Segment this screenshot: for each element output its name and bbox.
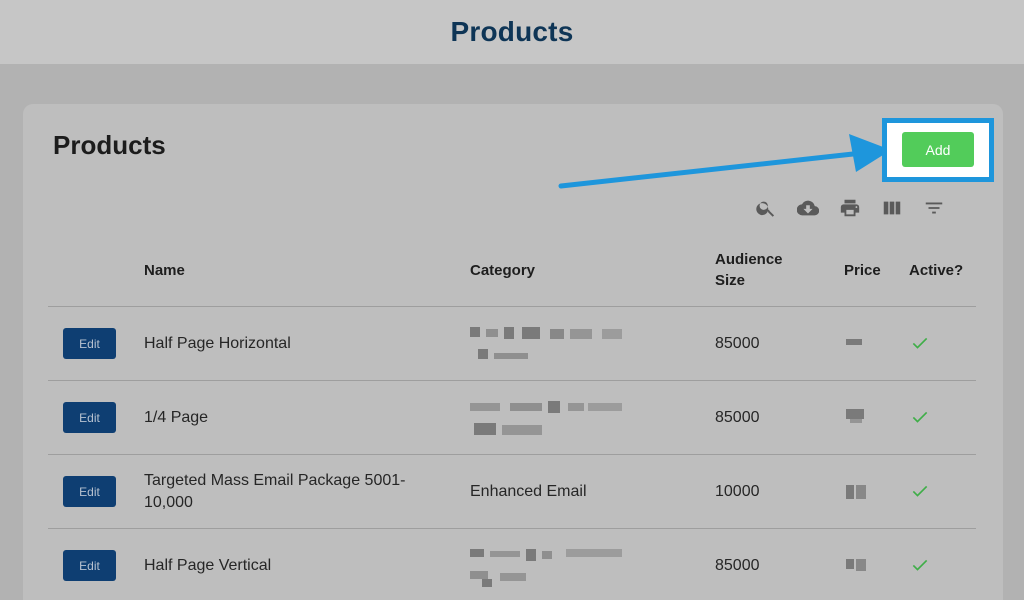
filter-icon[interactable] (913, 194, 955, 222)
audience-size: 85000 (715, 557, 760, 574)
page-title: Products (450, 16, 574, 47)
active-check-icon (910, 407, 930, 427)
top-header: Products (0, 0, 1024, 64)
table-header: Name Category Audience Size Price Active… (48, 232, 976, 307)
add-button[interactable]: Add (902, 132, 974, 167)
active-check-icon (910, 333, 930, 353)
products-card: Products Add Name Category Audience Size… (23, 104, 1003, 600)
column-header-category[interactable]: Category (470, 260, 535, 281)
product-name: Half Page Vertical (144, 557, 272, 574)
product-name: 1/4 Page (144, 409, 209, 426)
table-toolbar (745, 194, 955, 222)
audience-size: 10000 (715, 483, 760, 500)
edit-button[interactable]: Edit (63, 328, 116, 359)
search-icon[interactable] (745, 194, 787, 222)
table-row: Edit Half Page Horizontal 85000 (48, 307, 976, 381)
edit-button[interactable]: Edit (63, 476, 116, 507)
audience-size: 85000 (715, 335, 760, 352)
column-header-price[interactable]: Price (844, 260, 881, 281)
table-row: Edit 1/4 Page 85000 (48, 381, 976, 455)
columns-icon[interactable] (871, 194, 913, 222)
product-name: Half Page Horizontal (144, 335, 291, 352)
active-check-icon (910, 481, 930, 501)
table-row: Edit Targeted Mass Email Package 5001-10… (48, 455, 976, 529)
column-header-name[interactable]: Name (144, 260, 185, 281)
print-icon[interactable] (829, 194, 871, 222)
product-name: Targeted Mass Email Package 5001-10,000 (144, 472, 406, 511)
column-header-audience-line1: Audience (715, 251, 783, 268)
active-check-icon (910, 555, 930, 575)
edit-button[interactable]: Edit (63, 402, 116, 433)
annotation-arrow (558, 134, 891, 189)
products-table: Name Category Audience Size Price Active… (48, 232, 976, 600)
add-button-highlight: Add (882, 118, 994, 182)
table-row: Edit Half Page Vertical 85000 (48, 529, 976, 600)
column-header-audience-line2: Size (715, 272, 746, 289)
column-header-active[interactable]: Active? (909, 260, 963, 281)
column-header-audience-size[interactable]: Audience Size (715, 249, 783, 291)
product-category: Enhanced Email (470, 483, 587, 500)
download-icon[interactable] (787, 194, 829, 222)
card-title: Products (53, 130, 166, 160)
edit-button[interactable]: Edit (63, 550, 116, 581)
audience-size: 85000 (715, 409, 760, 426)
